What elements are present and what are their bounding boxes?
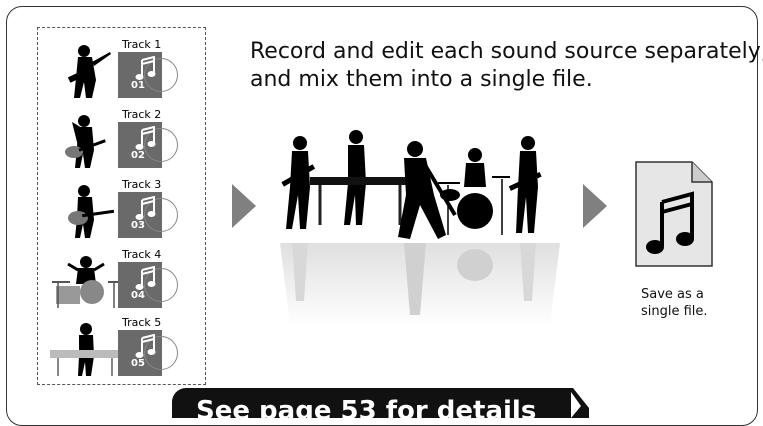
guitarist-icon <box>65 115 106 168</box>
track-2: Track 2 02 <box>48 108 198 168</box>
drummer-icon <box>52 256 120 308</box>
track-number: 02 <box>131 150 145 161</box>
details-banner[interactable]: See page 53 for details <box>172 388 572 426</box>
track-label: Track 2 <box>122 108 162 121</box>
track-label: Track 4 <box>122 248 162 261</box>
guitar-singer-icon <box>67 45 111 98</box>
track-number: 05 <box>131 358 145 369</box>
save-caption-line-2: single file. <box>641 304 708 319</box>
save-caption: Save as a single file. <box>641 286 708 320</box>
track-3: Track 3 03 <box>48 178 198 238</box>
headline-line-2: and mix them into a single file. <box>250 67 593 92</box>
headline-line-1: Record and edit each sound source separa… <box>250 39 763 64</box>
track-1: Track 1 01 <box>48 38 198 98</box>
tracks-panel: Track 1 01 Track 2 02 Track 3 03 Track 4… <box>37 27 206 385</box>
track-number: 04 <box>131 290 145 301</box>
bassist-icon <box>68 185 115 238</box>
arrow-right-icon <box>583 184 607 228</box>
track-5: Track 5 05 <box>48 316 198 376</box>
single-file-icon <box>635 161 713 267</box>
track-label: Track 3 <box>122 178 162 191</box>
track-label: Track 5 <box>122 316 162 329</box>
headline: Record and edit each sound source separa… <box>250 38 763 94</box>
track-label: Track 1 <box>122 38 162 51</box>
band-silhouette-icon <box>280 130 560 325</box>
banner-arrow-icon <box>553 388 589 418</box>
keyboardist-icon <box>50 323 120 376</box>
save-caption-line-1: Save as a <box>641 287 704 302</box>
track-4: Track 4 04 <box>48 248 198 308</box>
arrow-right-icon <box>232 184 256 228</box>
track-number: 03 <box>131 220 145 231</box>
banner-text: See page 53 for details <box>196 396 537 426</box>
track-number: 01 <box>131 80 145 91</box>
